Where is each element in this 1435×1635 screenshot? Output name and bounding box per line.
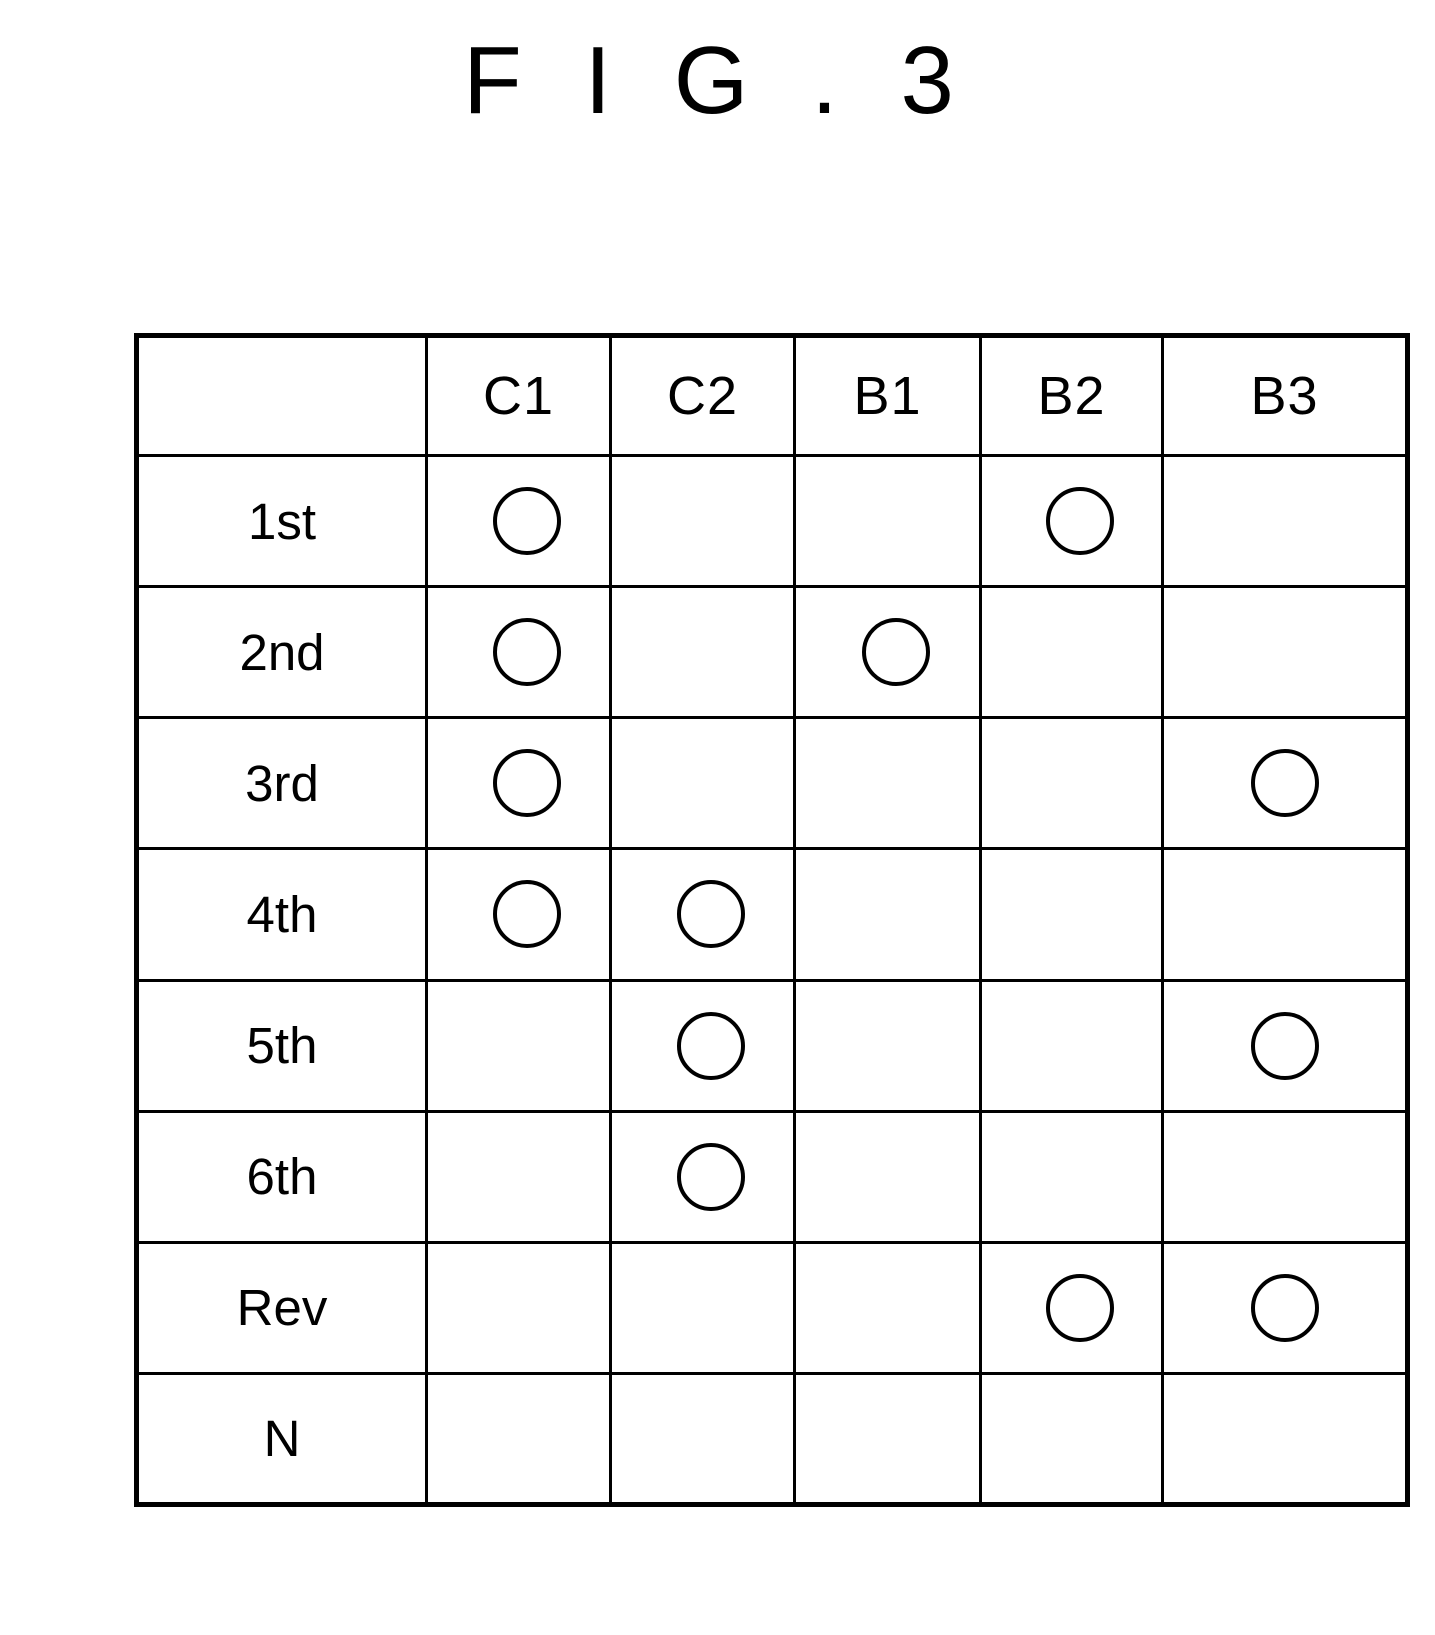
table-row: Rev [135,1240,1409,1375]
cell-1st-b2 [979,453,1164,589]
engagement-table: C1 C2 B1 B2 B3 1st 2nd 3rd 4th 5th 6th Rev N [134,333,1410,1507]
figure-title: F I G . 3 [463,27,972,134]
table-row: 2nd [135,585,1409,720]
row-label-5th: 5th [135,978,428,1113]
cell-2nd-b2 [979,585,1164,720]
cell-rev-b3 [1161,1240,1409,1375]
row-label-3rd: 3rd [135,716,428,851]
engagement-circle-icon [861,618,930,687]
table-corner-cell [135,334,428,457]
engagement-circle-icon [676,1011,745,1080]
column-header-b3: B3 [1161,334,1409,457]
column-header-c1: C1 [425,334,612,457]
cell-n-b1 [793,1371,982,1507]
table-row: 3rd [135,716,1409,851]
row-label-6th: 6th [135,1109,428,1244]
engagement-circle-icon [492,618,561,687]
cell-3rd-c1 [425,716,612,851]
row-label-1st: 1st [135,453,428,589]
engagement-circle-icon [1045,1273,1114,1342]
table-body: 1st 2nd 3rd 4th 5th 6th Rev N [135,453,1409,1507]
cell-4th-b1 [793,847,982,982]
cell-2nd-c2 [609,585,796,720]
cell-1st-b1 [793,453,982,589]
cell-5th-b3 [1161,978,1409,1113]
cell-1st-c1 [425,453,612,589]
cell-rev-b1 [793,1240,982,1375]
engagement-circle-icon [492,749,561,818]
column-header-c2: C2 [609,334,796,457]
cell-4th-c2 [609,847,796,982]
table-row: 6th [135,1109,1409,1244]
engagement-circle-icon [1250,1011,1319,1080]
cell-3rd-b3 [1161,716,1409,851]
cell-n-c1 [425,1371,612,1507]
cell-4th-b2 [979,847,1164,982]
cell-6th-b2 [979,1109,1164,1244]
cell-1st-b3 [1161,453,1409,589]
row-label-2nd: 2nd [135,585,428,720]
cell-2nd-b3 [1161,585,1409,720]
cell-5th-c2 [609,978,796,1113]
cell-5th-b1 [793,978,982,1113]
cell-4th-c1 [425,847,612,982]
cell-n-c2 [609,1371,796,1507]
table-row: 1st [135,453,1409,589]
cell-3rd-c2 [609,716,796,851]
engagement-circle-icon [676,880,745,949]
engagement-table-container: C1 C2 B1 B2 B3 1st 2nd 3rd 4th 5th 6th Rev N [134,333,1410,1507]
cell-rev-c1 [425,1240,612,1375]
cell-6th-b1 [793,1109,982,1244]
engagement-circle-icon [1250,749,1319,818]
cell-6th-c1 [425,1109,612,1244]
cell-1st-c2 [609,453,796,589]
row-label-4th: 4th [135,847,428,982]
cell-n-b3 [1161,1371,1409,1507]
cell-5th-b2 [979,978,1164,1113]
engagement-circle-icon [676,1142,745,1211]
table-header-row: C1 C2 B1 B2 B3 [135,334,1409,457]
cell-2nd-c1 [425,585,612,720]
engagement-circle-icon [1250,1273,1319,1342]
cell-rev-b2 [979,1240,1164,1375]
cell-5th-c1 [425,978,612,1113]
table-row: N [135,1371,1409,1507]
table-row: 5th [135,978,1409,1113]
row-label-rev: Rev [135,1240,428,1375]
row-label-n: N [135,1371,428,1507]
cell-3rd-b1 [793,716,982,851]
column-header-b1: B1 [793,334,982,457]
engagement-circle-icon [492,487,561,556]
column-header-b2: B2 [979,334,1164,457]
table-row: 4th [135,847,1409,982]
cell-n-b2 [979,1371,1164,1507]
cell-rev-c2 [609,1240,796,1375]
cell-3rd-b2 [979,716,1164,851]
engagement-circle-icon [492,880,561,949]
cell-2nd-b1 [793,585,982,720]
engagement-circle-icon [1045,487,1114,556]
cell-6th-b3 [1161,1109,1409,1244]
cell-4th-b3 [1161,847,1409,982]
cell-6th-c2 [609,1109,796,1244]
